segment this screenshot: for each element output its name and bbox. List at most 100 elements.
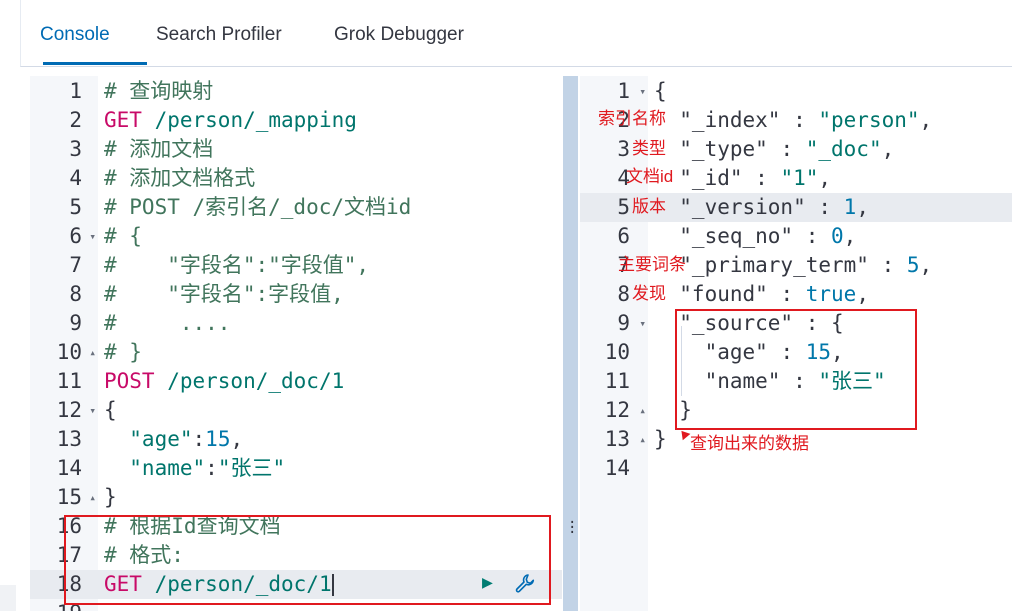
code-token: } [654,427,667,451]
tab-grok-debugger[interactable]: Grok Debugger [334,24,464,46]
line-number-text: 11 [604,369,630,393]
code-token: : [742,166,781,190]
code-text: # .... [98,309,562,338]
code-token: { [104,398,117,422]
panel-resize-handle[interactable]: · · · [563,76,578,611]
request-line[interactable]: 9 # .... [30,309,562,338]
line-number-text: 12 [56,398,82,422]
request-line[interactable]: 7 # "字段名":"字段值", [30,251,562,280]
request-line[interactable]: 14 "name":"张三" [30,454,562,483]
fold-down-icon[interactable]: ▾ [89,222,96,251]
line-number-text: 9 [69,311,82,335]
line-number-text: 7 [69,253,82,277]
code-text: "_primary_term" : 5, [648,251,1012,280]
code-token: # 添加文档格式 [104,166,256,190]
line-number: 1 [30,77,98,106]
request-line[interactable]: 1 # 查询映射 [30,77,562,106]
request-line[interactable]: 4 # 添加文档格式 [30,164,562,193]
line-number-text: 8 [617,282,630,306]
code-token: { [654,79,667,103]
code-token: 0 [831,224,844,248]
fold-down-icon[interactable]: ▾ [89,396,96,425]
code-token: "_doc" [805,137,882,161]
request-line[interactable]: 11 POST /person/_doc/1 [30,367,562,396]
vertical-dots-icon: · · · [568,515,577,541]
code-text: # "字段名":"字段值", [98,251,562,280]
fold-up-icon[interactable]: ▴ [639,425,646,454]
code-token: "age" [104,427,193,451]
annotation-type: 类型 [632,139,666,158]
code-token: # .... [104,311,231,335]
fold-up-icon[interactable]: ▴ [89,483,96,512]
code-text: { [98,396,562,425]
code-token: "_index" [654,108,781,132]
request-line[interactable]: 5 # POST /索引名/_doc/文档id [30,193,562,222]
code-text: # 添加文档格式 [98,164,562,193]
line-number-text: 10 [604,340,630,364]
line-number-text: 9 [617,311,630,335]
request-line[interactable]: 8 # "字段名":字段值, [30,280,562,309]
line-number-text: 12 [604,398,630,422]
code-token: # 查询映射 [104,79,214,103]
code-text: } [98,483,562,512]
left-edge-strip [0,585,16,611]
code-token: , [818,166,832,190]
code-token: "found" [654,282,768,306]
request-line[interactable]: 3 # 添加文档 [30,135,562,164]
code-token: : [205,456,218,480]
response-line[interactable]: 1 ▾{ [580,77,1012,106]
code-text: "_seq_no" : 0, [648,222,1012,251]
tab-console[interactable]: Console [40,24,110,46]
request-line[interactable]: 12 ▾ { [30,396,562,425]
line-number-text: 8 [69,282,82,306]
line-number-text: 13 [604,427,630,451]
line-number: 3 [30,135,98,164]
request-line[interactable]: 13 "age":15, [30,425,562,454]
request-line[interactable]: 2 GET /person/_mapping [30,106,562,135]
line-number-text: 3 [617,137,630,161]
annotation-found: 发现 [632,284,666,303]
code-text: { [648,77,1012,106]
response-line[interactable]: 6 "_seq_no" : 0, [580,222,1012,251]
code-token: : [793,224,832,248]
annotation-doc-id: 文档id [626,167,674,186]
request-line[interactable]: 10 ▴ # } [30,338,562,367]
code-token: : [805,195,844,219]
code-text: "_index" : "person", [648,106,1012,135]
code-token: 5 [906,253,920,277]
fold-up-icon[interactable]: ▴ [639,396,646,425]
code-token: "1" [780,166,819,190]
annotation-index-name: 索引名称 [598,109,666,128]
tab-search-profiler[interactable]: Search Profiler [156,24,282,46]
code-token: : [192,427,206,451]
code-text: POST /person/_doc/1 [98,367,562,396]
line-number-text: 5 [617,195,630,219]
line-number: 7 [30,251,98,280]
console-tab-bar: Console Search Profiler Grok Debugger [20,0,1012,67]
line-number: 5 [30,193,98,222]
line-number: 10 ▴ [30,338,98,367]
code-token: GET [104,108,142,132]
code-text: "_version" : 1, [648,193,1012,222]
line-number: 4 [30,164,98,193]
line-number: 14 [580,454,648,483]
code-token: : [868,253,907,277]
fold-up-icon[interactable]: ▴ [89,338,96,367]
code-text: "_id" : "1", [648,164,1012,193]
code-text: "name":"张三" [98,454,562,483]
fold-down-icon[interactable]: ▾ [639,77,646,106]
fold-down-icon[interactable]: ▾ [639,309,646,338]
response-line[interactable]: 14 [580,454,1012,483]
code-token: , [881,137,895,161]
code-text: # POST /索引名/_doc/文档id [98,193,562,222]
request-line[interactable]: 15 ▴} [30,483,562,512]
code-token: : [767,137,806,161]
line-number: 9 ▾ [580,309,648,338]
code-text: # 查询映射 [98,77,562,106]
line-number-text: 3 [69,137,82,161]
code-text: # "字段名":字段值, [98,280,562,309]
request-line[interactable]: 6 ▾ # { [30,222,562,251]
line-number-text: 14 [604,456,630,480]
line-number-text: 1 [69,79,82,103]
